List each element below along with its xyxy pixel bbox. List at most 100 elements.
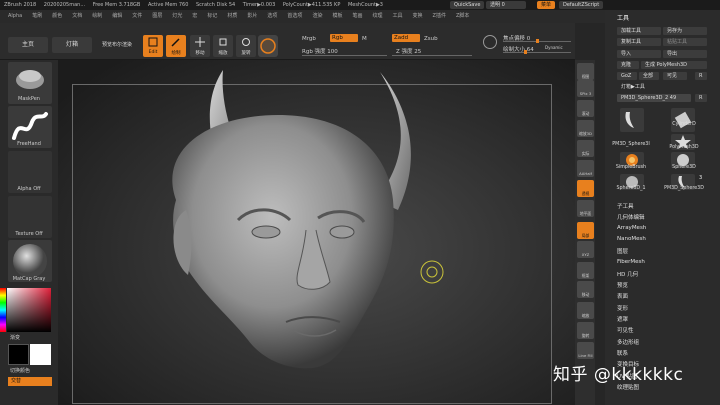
move-button[interactable]: 移动 [190, 35, 210, 57]
menu-item[interactable]: 工具 [393, 13, 403, 19]
paste-tool-button[interactable]: 粘贴工具 [663, 38, 707, 46]
menu-item[interactable]: Z脚本 [456, 13, 469, 19]
draw-size-knob[interactable] [524, 50, 527, 54]
lightbox-button[interactable]: 灯箱 [52, 37, 92, 53]
tool-thumb-cylinder[interactable] [671, 108, 695, 132]
all-button[interactable]: 全部 [639, 72, 659, 80]
copy-tool-button[interactable]: 复制工具 [617, 38, 661, 46]
clone-button[interactable]: 克隆 [617, 61, 639, 69]
current-tool-slider[interactable]: PM3D_Sphere3D_2 49 [617, 94, 691, 102]
subpanel-item[interactable]: 变形 [617, 304, 628, 312]
subpanel-item[interactable]: 联系 [617, 349, 628, 357]
focal-shift-knob[interactable] [536, 39, 539, 43]
subpanel-item[interactable]: NanoMesh [617, 236, 646, 242]
zadd-button[interactable]: Zadd [392, 34, 420, 42]
default-zscript[interactable]: DefaultZScript [559, 0, 609, 10]
menu-item[interactable]: 绘制 [92, 13, 102, 19]
main-color-swatch[interactable] [8, 344, 29, 365]
menu-item[interactable]: 文件 [132, 13, 142, 19]
view-control-button[interactable]: 透视 [577, 180, 594, 197]
view-control-button[interactable]: XYZ [577, 241, 594, 258]
r2-button[interactable]: R [695, 94, 707, 102]
quicksave-button[interactable]: QuickSave [450, 0, 490, 10]
material-sphere-button[interactable] [258, 35, 278, 57]
view-control-button[interactable]: 缩放 [577, 302, 594, 319]
view-control-button[interactable]: AAHalf [577, 160, 594, 177]
view-control-button[interactable]: 视图 [577, 63, 594, 80]
view-control-button[interactable]: 旋转 [577, 322, 594, 339]
view-control-button[interactable]: 移动 [577, 281, 594, 298]
view-control-button[interactable]: 实际 [577, 140, 594, 157]
menu-button[interactable]: 菜单 [537, 0, 561, 10]
menu-item[interactable]: 首选项 [287, 13, 302, 19]
dynamic-toggle[interactable]: Dynamic [545, 45, 563, 50]
menu-item[interactable]: 标记 [207, 13, 217, 19]
z-intensity-slider[interactable]: Z 强度 25 [396, 47, 421, 55]
subpanel-item[interactable]: 几何体编辑 [617, 213, 645, 221]
rgb-button[interactable]: Rgb [330, 34, 358, 42]
color-picker[interactable] [7, 288, 51, 332]
subpanel-item[interactable]: FiberMesh [617, 259, 645, 265]
subpanel-item[interactable]: HD 几何 [617, 270, 638, 278]
menu-item[interactable]: 模板 [332, 13, 342, 19]
menu-item[interactable]: 图层 [152, 13, 162, 19]
menu-item[interactable]: 纹理 [372, 13, 382, 19]
save-as-button[interactable]: 另存为 [663, 27, 707, 35]
subpanel-item[interactable]: 子工具 [617, 202, 634, 210]
subpanel-item[interactable]: ArrayMesh [617, 225, 646, 231]
subpanel-item[interactable]: 可见性 [617, 326, 634, 334]
home-button[interactable]: 主页 [8, 37, 48, 53]
view-control-button[interactable]: Line Fill [577, 342, 594, 359]
menu-item[interactable]: 宏 [192, 13, 197, 19]
r-button[interactable]: R [695, 72, 707, 80]
rgb-intensity-track [302, 55, 387, 56]
menu-item[interactable]: 颜色 [52, 13, 62, 19]
menu-item[interactable]: 笔刷 [32, 13, 42, 19]
subpanel-item[interactable]: 表面 [617, 292, 628, 300]
free-mem: Free Mem 3.718GB [92, 2, 141, 8]
transparency-toggle[interactable]: 透明 0 [486, 0, 532, 10]
menu-item[interactable]: 影片 [247, 13, 257, 19]
load-tool-button[interactable]: 加载工具 [617, 27, 661, 35]
menu-item[interactable]: 材质 [227, 13, 237, 19]
subpanel-item[interactable]: 预览 [617, 281, 628, 289]
make-polymesh-button[interactable]: 生成 PolyMesh3D [641, 61, 707, 69]
lightbox-tools-button[interactable]: 灯箱▶工具 [617, 83, 707, 91]
import-button[interactable]: 导入 [617, 50, 661, 58]
menu-item[interactable]: 选项 [267, 13, 277, 19]
export-button[interactable]: 导出 [663, 50, 707, 58]
menu-item[interactable]: 灯光 [172, 13, 182, 19]
mrgb-button[interactable]: Mrgb [302, 36, 316, 42]
menu-item[interactable]: 文档 [72, 13, 82, 19]
menu-item[interactable]: 笔画 [352, 13, 362, 19]
menu-item[interactable]: Alpha [8, 13, 22, 19]
view-control-button[interactable]: 地平面 [577, 200, 594, 217]
subpanel-item[interactable]: 遮罩 [617, 315, 628, 323]
subpanel-item[interactable]: 图层 [617, 247, 628, 255]
rgb-intensity-slider[interactable]: Rgb 强度 100 [302, 47, 338, 55]
view-control-button[interactable]: 框架 [577, 262, 594, 279]
secondary-color-swatch[interactable] [30, 344, 51, 365]
menu-item[interactable]: 渲染 [312, 13, 322, 19]
hue-strip[interactable] [0, 288, 6, 332]
edit-button[interactable]: Edit [143, 35, 163, 57]
goz-button[interactable]: GoZ [617, 72, 637, 80]
m-button[interactable]: M [362, 36, 367, 42]
view-control-button[interactable]: 滚动 [577, 100, 594, 117]
rotate-button[interactable]: 旋转 [236, 35, 256, 57]
sculpted-head-model[interactable] [58, 60, 575, 405]
tool-thumb-pm3d[interactable] [620, 108, 644, 132]
subpanel-item[interactable]: 多边形组 [617, 338, 639, 346]
draw-button[interactable]: 绘制 [166, 35, 186, 57]
view-control-button[interactable]: 局部 [577, 222, 594, 239]
view-control-button[interactable]: SPix 3 [577, 80, 594, 97]
preview-render-button[interactable]: 预览布尔渲染 [96, 37, 138, 53]
menu-item[interactable]: 编辑 [112, 13, 122, 19]
alternate-button[interactable]: 交替 [8, 377, 52, 386]
menu-item[interactable]: Z插件 [433, 13, 446, 19]
view-control-button[interactable]: 缩放3D [577, 120, 594, 137]
zsub-button[interactable]: Zsub [424, 36, 438, 42]
scale-button[interactable]: 缩放 [213, 35, 233, 57]
visible-button[interactable]: 可见 [663, 72, 687, 80]
menu-item[interactable]: 变换 [413, 13, 423, 19]
